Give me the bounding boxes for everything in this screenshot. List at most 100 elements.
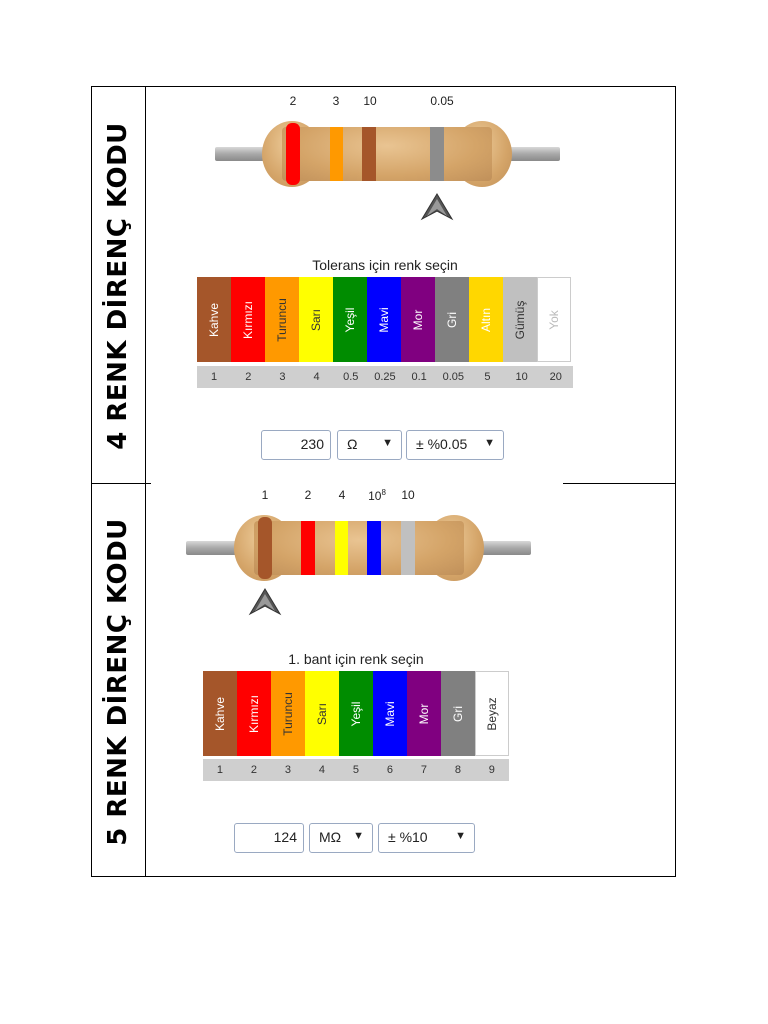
color-swatch[interactable]: Kahve xyxy=(197,277,231,362)
color-swatch-label: Beyaz xyxy=(484,696,499,731)
band-label: 2 xyxy=(304,488,312,502)
unit-select[interactable]: MΩ ▼ xyxy=(309,823,373,853)
resistor-band-4[interactable] xyxy=(430,127,444,181)
color-value: 6 xyxy=(386,764,393,776)
color-swatch[interactable]: Altın xyxy=(469,277,503,362)
color-swatch-label: Mor xyxy=(416,703,431,724)
color-swatch[interactable]: Yok xyxy=(537,277,571,362)
band-label: 108 xyxy=(368,488,386,503)
color-swatch[interactable]: Yeşil xyxy=(333,277,367,362)
caret-down-icon: ▼ xyxy=(484,437,495,449)
color-swatch-label: Mor xyxy=(411,309,425,330)
color-value: 0.5 xyxy=(343,371,359,383)
color-value: 20 xyxy=(549,371,562,383)
band-label: 2 xyxy=(289,94,297,108)
unit-select-value: Ω xyxy=(347,436,358,452)
band-label: 1 xyxy=(261,488,269,502)
resistor-band-3[interactable] xyxy=(335,521,348,575)
band-label: 10 xyxy=(401,488,415,502)
band-label-exponent: 8 xyxy=(381,488,386,497)
color-swatch[interactable]: Kahve xyxy=(203,671,237,756)
resistor-band-1[interactable] xyxy=(286,123,300,185)
color-swatch-label: Altın xyxy=(479,307,493,332)
resistor-band-2[interactable] xyxy=(301,521,315,575)
band-label: 4 xyxy=(338,488,346,502)
color-swatch[interactable]: Gümüş xyxy=(503,277,537,362)
color-swatch[interactable]: Mavi xyxy=(372,671,407,756)
color-swatch-label: Gümüş xyxy=(513,300,527,339)
color-value: 0.05 xyxy=(442,371,464,383)
section-5-title: 5 RENK DİRENÇ KODU xyxy=(103,518,133,846)
color-swatch-label: Yeşil xyxy=(348,701,363,726)
section-divider-left xyxy=(91,483,151,484)
band-label: 10 xyxy=(363,94,377,108)
band-label: 0.05 xyxy=(430,94,454,108)
color-swatch-label: Gri xyxy=(445,311,459,328)
color-value: 9 xyxy=(488,764,495,776)
color-value: 3 xyxy=(284,764,292,776)
color-swatch[interactable]: Mor xyxy=(406,671,441,756)
color-value: 0.25 xyxy=(374,371,396,383)
color-swatch-label: Kırmızı xyxy=(241,300,255,339)
color-swatch[interactable]: Turuncu xyxy=(265,277,299,362)
caret-down-icon: ▼ xyxy=(382,437,393,449)
tolerance-select[interactable]: ± %10 ▼ xyxy=(378,823,475,853)
resistance-input[interactable]: 230 xyxy=(261,430,331,460)
section-4-title: 4 RENK DİRENÇ KODU xyxy=(103,122,133,450)
color-value: 10 xyxy=(515,371,528,383)
value-row: 1 2 3 4 0.5 0.25 0.1 0.05 5 10 20 xyxy=(197,366,573,388)
resistor-band-5[interactable] xyxy=(401,521,415,575)
color-swatch[interactable]: Gri xyxy=(440,671,475,756)
color-value: 0.1 xyxy=(411,371,427,383)
resistor-band-1[interactable] xyxy=(258,517,272,579)
resistor-body xyxy=(254,521,464,575)
color-swatch-label: Sarı xyxy=(314,702,329,725)
resistor-body xyxy=(282,127,492,181)
value-row: 1 2 3 4 5 6 7 8 9 xyxy=(203,759,509,781)
color-value: 5 xyxy=(352,764,359,776)
picker-title: Tolerans için renk seçin xyxy=(312,257,458,273)
arrow-pointer-icon xyxy=(420,193,454,221)
color-swatch-label: Kahve xyxy=(212,696,227,731)
color-swatch-label: Kahve xyxy=(207,302,221,337)
section-divider-right xyxy=(563,483,676,484)
color-swatch-label: Mavi xyxy=(382,700,397,727)
resistance-input[interactable]: 124 xyxy=(234,823,304,853)
color-swatch[interactable]: Kırmızı xyxy=(231,277,265,362)
tolerance-select-value: ± %0.05 xyxy=(416,436,468,452)
color-swatch[interactable]: Yeşil xyxy=(338,671,373,756)
caret-down-icon: ▼ xyxy=(353,830,364,842)
color-value: 4 xyxy=(313,371,320,383)
color-swatch[interactable]: Sarı xyxy=(304,671,339,756)
color-swatch-label: Turuncu xyxy=(275,297,289,342)
color-value: 2 xyxy=(250,764,258,776)
caret-down-icon: ▼ xyxy=(455,830,466,842)
color-value: 1 xyxy=(211,371,218,383)
unit-select[interactable]: Ω ▼ xyxy=(337,430,402,460)
color-value: 7 xyxy=(420,764,427,776)
tolerance-select-value: ± %10 xyxy=(388,829,428,845)
resistor-band-2[interactable] xyxy=(330,127,343,181)
color-swatch[interactable]: Sarı xyxy=(299,277,333,362)
color-swatch[interactable]: Gri xyxy=(435,277,469,362)
color-swatch-label: Yok xyxy=(547,309,561,330)
color-swatch[interactable]: Mavi xyxy=(367,277,401,362)
resistor-band-3[interactable] xyxy=(362,127,376,181)
color-swatch[interactable]: Turuncu xyxy=(270,671,305,756)
color-swatch-label: Turuncu xyxy=(280,691,295,736)
tolerance-select[interactable]: ± %0.05 ▼ xyxy=(406,430,504,460)
color-swatch-label: Kırmızı xyxy=(246,694,261,733)
color-palette: Kahve Kırmızı Turuncu Sarı Yeşil Mavi Mor Gri Be… xyxy=(203,671,509,756)
color-value: 4 xyxy=(318,764,325,776)
column-divider xyxy=(145,86,146,877)
color-swatch-label: Gri xyxy=(450,705,465,722)
band-label-base: 10 xyxy=(368,489,382,503)
color-swatch-label: Mavi xyxy=(377,306,391,333)
band-label: 3 xyxy=(332,94,340,108)
color-swatch[interactable]: Mor xyxy=(401,277,435,362)
color-swatch[interactable]: Beyaz xyxy=(474,671,509,756)
color-swatch-label: Yeşil xyxy=(343,307,357,332)
color-swatch[interactable]: Kırmızı xyxy=(236,671,271,756)
color-value: 5 xyxy=(484,371,491,383)
resistor-band-4[interactable] xyxy=(367,521,381,575)
